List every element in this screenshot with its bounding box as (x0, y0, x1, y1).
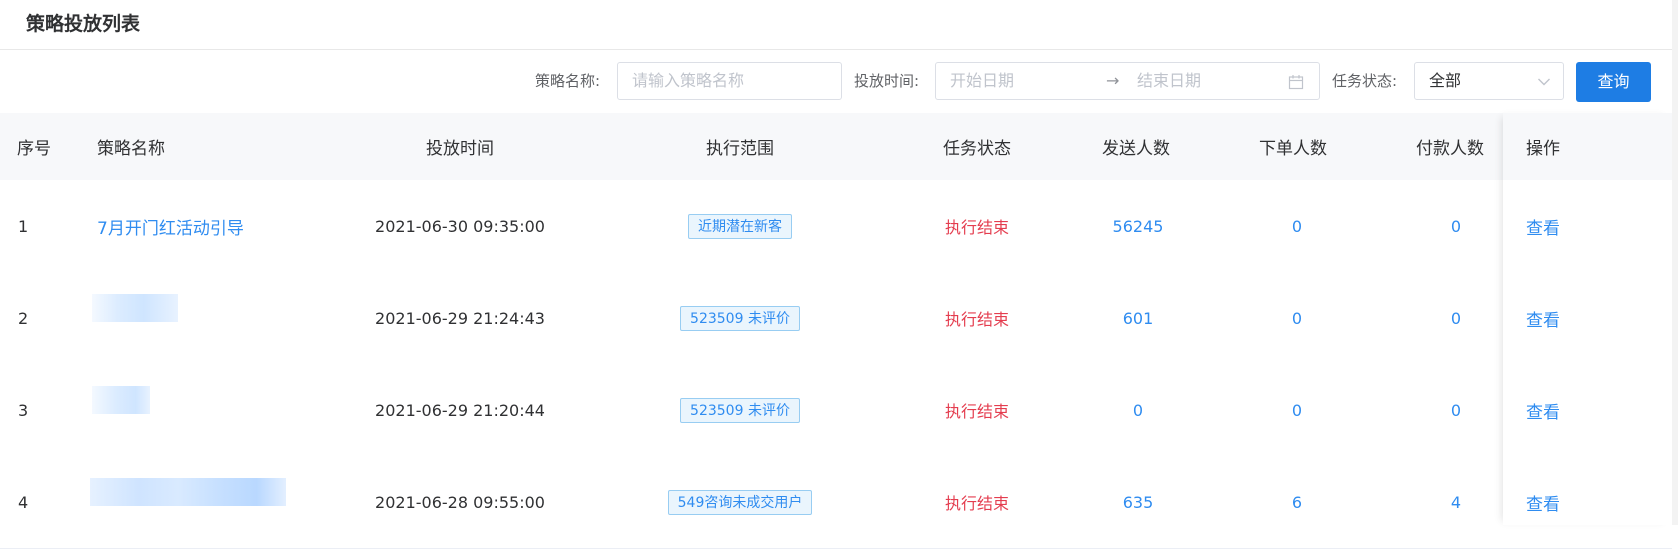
title-divider (0, 49, 1672, 50)
page-scrollbar[interactable] (1672, 0, 1678, 525)
row-status: 执行结束 (944, 310, 1009, 329)
table-header: 序号 策略名称 投放时间 执行范围 任务状态 发送人数 下单人数 付款人数 操作 (0, 113, 1672, 180)
calendar-icon (1288, 75, 1304, 90)
row-paid[interactable]: 0 (1396, 272, 1516, 364)
row-time: 2021-06-28 09:55:00 (375, 492, 545, 512)
scope-tag: 523509 未评价 (680, 397, 800, 423)
strategy-name-placeholder: 请输入策略名称 (632, 71, 745, 90)
row-ordered[interactable]: 6 (1237, 456, 1357, 548)
row-sent[interactable]: 56245 (1078, 180, 1198, 272)
row-paid[interactable]: 4 (1396, 456, 1516, 548)
table-row: 4 2021-06-28 09:55:00 549咨询未成交用户 执行结束 63… (0, 456, 1672, 549)
row-scope: 523509 未评价 (640, 272, 840, 364)
view-button[interactable]: 查看 (1526, 456, 1560, 548)
row-time: 2021-06-30 09:35:00 (375, 216, 545, 236)
row-scope: 523509 未评价 (640, 364, 840, 456)
row-index: 4 (18, 492, 29, 512)
header-status: 任务状态 (943, 139, 1011, 159)
strategy-name-input[interactable]: 请输入策略名称 (617, 62, 842, 100)
strategy-name-label: 策略名称: (535, 72, 601, 90)
row-index: 2 (18, 308, 29, 328)
range-arrow-icon: → (1106, 71, 1120, 90)
task-status-value: 全部 (1429, 71, 1462, 90)
row-time: 2021-06-29 21:24:43 (375, 308, 545, 328)
row-ordered[interactable]: 0 (1237, 272, 1357, 364)
header-scope: 执行范围 (706, 139, 774, 159)
scope-tag: 523509 未评价 (680, 305, 800, 331)
header-paid: 付款人数 (1416, 139, 1484, 159)
row-ordered[interactable]: 0 (1237, 364, 1357, 456)
row-scope: 近期潜在新客 (640, 180, 840, 272)
delivery-date-range[interactable]: 开始日期 → 结束日期 (935, 62, 1320, 100)
header-sent: 发送人数 (1102, 139, 1170, 159)
blurred-name (90, 478, 286, 506)
row-ordered[interactable]: 0 (1237, 180, 1357, 272)
row-paid[interactable]: 0 (1396, 180, 1516, 272)
end-date-placeholder[interactable]: 结束日期 (1137, 63, 1201, 99)
task-status-label: 任务状态: (1332, 72, 1398, 90)
view-button[interactable]: 查看 (1526, 272, 1560, 364)
blurred-name (92, 294, 178, 322)
row-status: 执行结束 (944, 218, 1009, 237)
chevron-down-icon (1538, 78, 1550, 86)
row-status: 执行结束 (944, 494, 1009, 513)
row-paid[interactable]: 0 (1396, 364, 1516, 456)
row-index: 3 (18, 400, 29, 420)
delivery-time-label: 投放时间: (854, 72, 920, 90)
row-status: 执行结束 (944, 402, 1009, 421)
row-scope: 549咨询未成交用户 (640, 456, 840, 548)
row-name-link[interactable]: 7月开门红活动引导 (97, 180, 244, 272)
page-title: 策略投放列表 (26, 13, 141, 35)
table-row: 2 2021-06-29 21:24:43 523509 未评价 执行结束 60… (0, 272, 1672, 365)
view-button[interactable]: 查看 (1526, 180, 1560, 272)
task-status-select[interactable]: 全部 (1414, 62, 1564, 100)
blurred-name (92, 386, 150, 414)
query-button[interactable]: 查询 (1576, 62, 1651, 102)
scope-tag: 549咨询未成交用户 (667, 489, 813, 515)
header-action: 操作 (1526, 139, 1560, 159)
row-index: 1 (18, 216, 29, 236)
view-button[interactable]: 查看 (1526, 364, 1560, 456)
row-sent[interactable]: 601 (1078, 272, 1198, 364)
table-row: 1 7月开门红活动引导 2021-06-30 09:35:00 近期潜在新客 执… (0, 180, 1672, 273)
header-name: 策略名称 (97, 139, 165, 159)
row-time: 2021-06-29 21:20:44 (375, 400, 545, 420)
start-date-placeholder[interactable]: 开始日期 (950, 63, 1014, 99)
scope-tag: 近期潜在新客 (688, 213, 792, 239)
header-time: 投放时间 (426, 139, 494, 159)
header-index: 序号 (17, 139, 51, 159)
row-sent[interactable]: 0 (1078, 364, 1198, 456)
row-sent[interactable]: 635 (1078, 456, 1198, 548)
table-row: 3 2021-06-29 21:20:44 523509 未评价 执行结束 0 … (0, 364, 1672, 457)
header-ordered: 下单人数 (1259, 139, 1327, 159)
